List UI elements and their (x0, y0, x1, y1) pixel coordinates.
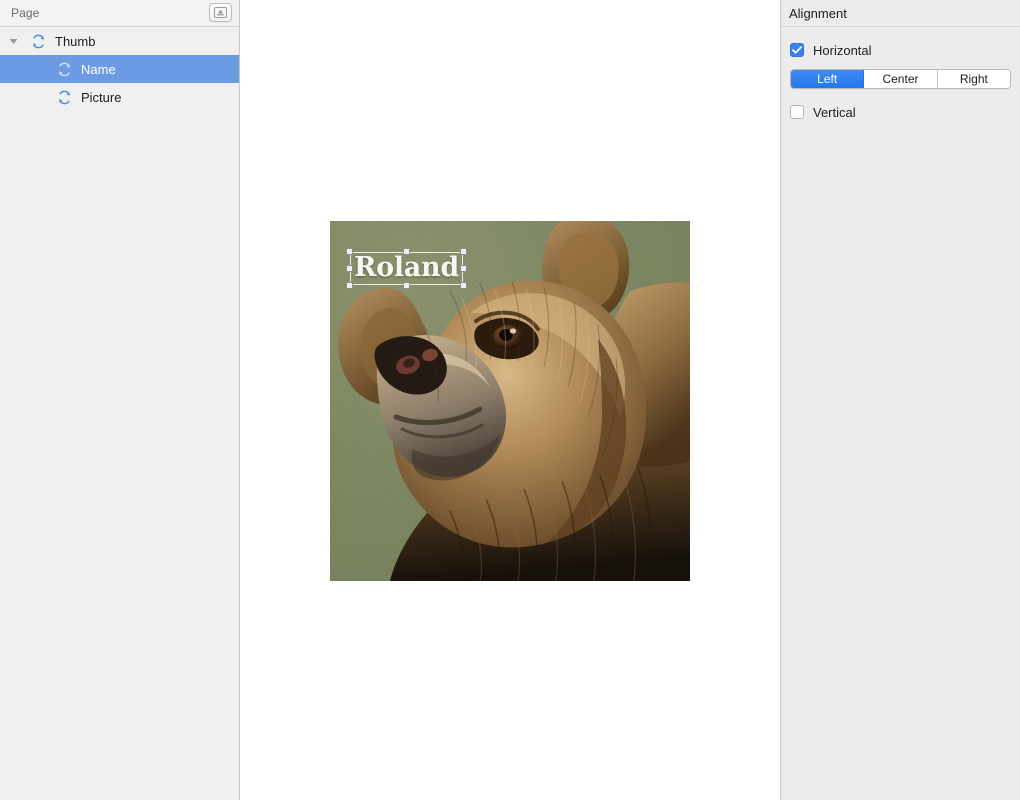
tree-row-selected[interactable]: Name (0, 55, 239, 83)
resize-handle-bottom-center[interactable] (402, 282, 410, 289)
tree-row-label: Thumb (55, 33, 96, 49)
resize-handle-middle-right[interactable] (459, 265, 467, 272)
tree-row[interactable]: Picture (0, 83, 239, 111)
inspector-body: Horizontal Left Center Right Vertical (781, 27, 1020, 121)
canvas-area[interactable]: Roland (240, 0, 780, 800)
text-element[interactable]: Roland (346, 248, 467, 289)
inspector-title: Alignment (789, 5, 847, 21)
resize-handle-bottom-left[interactable] (346, 282, 353, 289)
page-tree: Thumb Name Picture (0, 27, 239, 111)
tree-row[interactable]: Thumb (0, 27, 239, 55)
sync-circle-icon (30, 33, 47, 50)
app-window: Page Thumb Name Picture Roland Alignment… (0, 0, 1020, 800)
inspector-header: Alignment (781, 0, 1020, 27)
sync-circle-icon (56, 61, 73, 78)
page-outline-panel: Page Thumb Name Picture (0, 0, 240, 800)
page-panel-header: Page (0, 0, 239, 27)
vertical-checkbox[interactable] (790, 105, 804, 119)
checkmark-icon (792, 46, 802, 54)
segment-right[interactable]: Right (937, 70, 1010, 88)
vertical-label: Vertical (813, 104, 856, 120)
resize-handle-middle-left[interactable] (346, 265, 353, 272)
resize-handle-top-right[interactable] (459, 248, 467, 255)
export-up-button[interactable] (209, 3, 232, 22)
tree-row-label: Name (81, 61, 116, 77)
horizontal-checkbox-row[interactable]: Horizontal (790, 41, 1011, 59)
inspector-panel: Alignment Horizontal Left Center Right V… (780, 0, 1020, 800)
vertical-checkbox-row[interactable]: Vertical (790, 103, 1011, 121)
segment-center[interactable]: Center (864, 70, 938, 88)
chevron-down-icon[interactable] (6, 27, 20, 55)
sync-circle-icon (56, 89, 73, 106)
page-panel-title: Page (11, 6, 40, 20)
export-up-icon (214, 7, 227, 18)
horizontal-alignment-segmented-control[interactable]: Left Center Right (790, 69, 1011, 89)
artboard[interactable]: Roland (330, 221, 690, 581)
resize-handle-top-center[interactable] (402, 248, 410, 255)
tree-row-label: Picture (81, 89, 122, 105)
text-element-value: Roland (354, 252, 459, 283)
horizontal-label: Horizontal (813, 42, 872, 58)
segment-left[interactable]: Left (791, 70, 865, 88)
horizontal-checkbox[interactable] (790, 43, 804, 57)
resize-handle-top-left[interactable] (346, 248, 353, 255)
resize-handle-bottom-right[interactable] (459, 282, 467, 289)
